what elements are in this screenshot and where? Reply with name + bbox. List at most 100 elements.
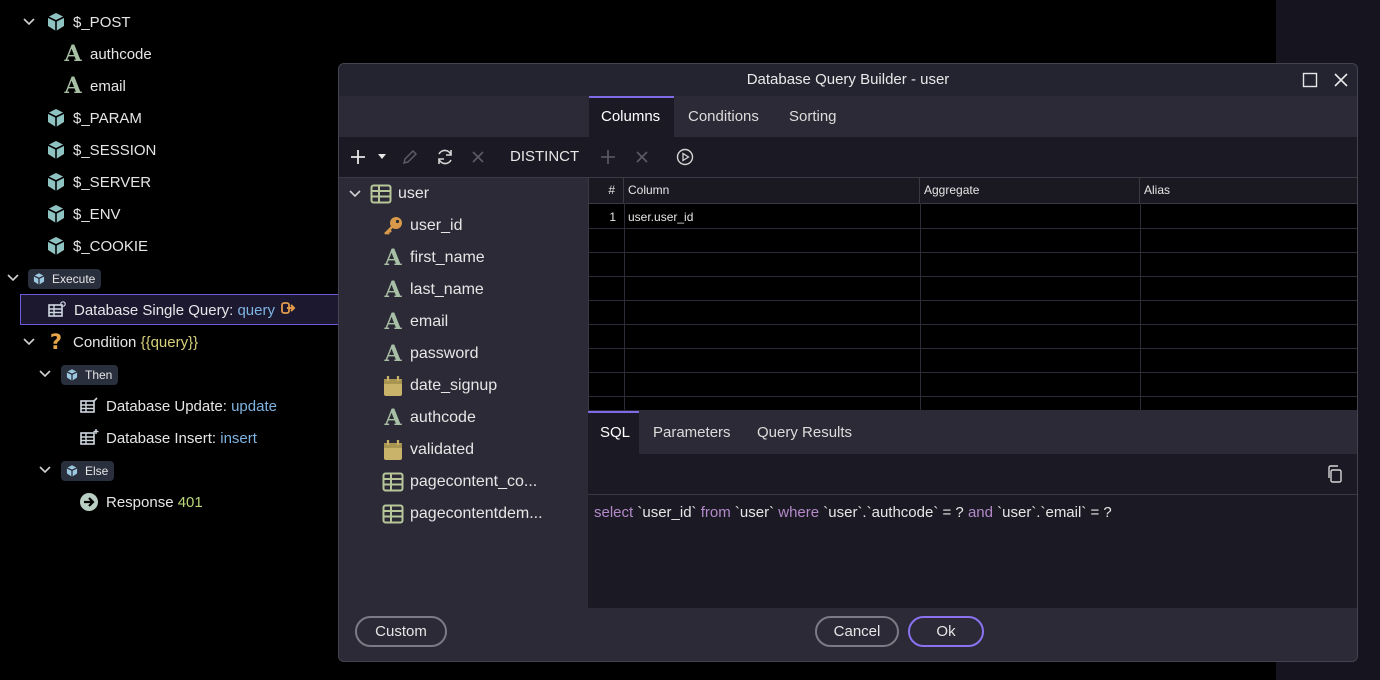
grid-divider bbox=[589, 396, 1357, 397]
tab-query-results[interactable]: Query Results bbox=[745, 411, 864, 454]
cube-icon bbox=[66, 465, 78, 477]
tree-item-server[interactable]: $_SERVER bbox=[45, 167, 151, 197]
field-item[interactable]: pagecontent_co... bbox=[382, 467, 537, 497]
dialog-title: Database Query Builder - user bbox=[746, 71, 950, 88]
cube-icon bbox=[45, 107, 67, 129]
tree-item-single-query[interactable]: Database Single Query: query bbox=[46, 295, 297, 325]
ok-button[interactable]: Ok bbox=[908, 616, 984, 647]
grid-divider bbox=[589, 324, 1357, 325]
field-item[interactable]: date_signup bbox=[382, 371, 497, 401]
sql-toolbar bbox=[588, 454, 1357, 495]
tree-item-email[interactable]: A email bbox=[62, 71, 125, 101]
maximize-icon[interactable] bbox=[1300, 70, 1320, 90]
tree-item-execute[interactable]: Execute bbox=[28, 264, 102, 294]
chevron-down-icon[interactable] bbox=[347, 186, 363, 202]
grid-header-alias[interactable]: Alias bbox=[1140, 178, 1357, 203]
field-item[interactable]: A authcode bbox=[382, 403, 476, 433]
step-label: Database Single Query: bbox=[74, 301, 234, 319]
step-name: query bbox=[237, 301, 275, 319]
grid-divider bbox=[1140, 203, 1141, 410]
chevron-down-icon[interactable] bbox=[37, 366, 53, 382]
tree-item-post[interactable]: $_POST bbox=[45, 7, 131, 37]
calendar-icon bbox=[382, 439, 404, 461]
grid-header-column[interactable]: Column bbox=[624, 178, 920, 203]
edit-icon[interactable] bbox=[400, 147, 420, 167]
table-icon bbox=[382, 471, 404, 493]
tree-item-param[interactable]: $_PARAM bbox=[45, 103, 142, 133]
column-cell[interactable]: user.user_id bbox=[628, 210, 693, 224]
tree-label: $_ENV bbox=[73, 205, 121, 223]
cancel-button[interactable]: Cancel bbox=[815, 616, 899, 647]
field-item[interactable]: A first_name bbox=[382, 243, 484, 273]
query-builder-dialog: Database Query Builder - user Columns Co… bbox=[338, 63, 1358, 662]
db-update-icon bbox=[78, 395, 100, 417]
distinct-toggle[interactable]: DISTINCT bbox=[510, 148, 579, 165]
tree-item-insert[interactable]: Database Insert: insert bbox=[78, 423, 257, 453]
chevron-down-icon[interactable] bbox=[21, 14, 37, 30]
field-item[interactable]: A password bbox=[382, 339, 478, 369]
run-query-icon[interactable] bbox=[675, 147, 695, 167]
tree-item-then[interactable]: Then bbox=[61, 360, 119, 390]
dialog-titlebar[interactable]: Database Query Builder - user bbox=[339, 64, 1357, 96]
grid-header-aggregate[interactable]: Aggregate bbox=[920, 178, 1140, 203]
sql-preview[interactable]: select `user_id` from `user` where `user… bbox=[588, 495, 1357, 608]
copy-icon[interactable] bbox=[1325, 464, 1345, 484]
field-item[interactable]: validated bbox=[382, 435, 474, 465]
cube-icon bbox=[45, 139, 67, 161]
execute-badge: Execute bbox=[28, 269, 102, 289]
field-name: email bbox=[410, 313, 449, 330]
grid-divider bbox=[589, 300, 1357, 301]
add-dropdown-icon[interactable] bbox=[377, 147, 387, 167]
key-icon bbox=[382, 215, 404, 237]
tab-parameters[interactable]: Parameters bbox=[641, 411, 743, 454]
grid-divider bbox=[624, 203, 625, 410]
table-icon bbox=[382, 503, 404, 525]
then-badge: Then bbox=[61, 365, 119, 385]
calendar-icon bbox=[382, 375, 404, 397]
grid-divider bbox=[589, 252, 1357, 253]
text-field-icon: A bbox=[384, 309, 402, 335]
tree-item-env[interactable]: $_ENV bbox=[45, 199, 121, 229]
grid-header: # Column Aggregate Alias bbox=[589, 178, 1357, 204]
field-item[interactable]: user_id bbox=[382, 211, 462, 241]
step-name: insert bbox=[220, 429, 257, 447]
chevron-down-icon[interactable] bbox=[37, 462, 53, 478]
table-node-user[interactable]: user bbox=[370, 179, 429, 209]
field-name: user_id bbox=[410, 217, 463, 234]
field-name: date_signup bbox=[410, 377, 498, 394]
tab-columns[interactable]: Columns bbox=[589, 96, 674, 137]
sql-keyword: select bbox=[594, 504, 634, 521]
custom-button[interactable]: Custom bbox=[355, 616, 447, 647]
add-column-icon[interactable] bbox=[599, 147, 617, 167]
refresh-icon[interactable] bbox=[434, 147, 456, 167]
tree-item-session[interactable]: $_SESSION bbox=[45, 135, 156, 165]
field-name: pagecontentdem... bbox=[410, 505, 543, 522]
sql-condition: `user`.`email` = ? bbox=[997, 504, 1112, 521]
builder-tabs: Columns Conditions Sorting bbox=[339, 96, 1357, 137]
text-field-icon: A bbox=[64, 73, 82, 99]
tree-item-condition[interactable]: ? Condition {{query}} bbox=[45, 327, 198, 357]
delete-icon[interactable] bbox=[469, 147, 487, 167]
row-index: 1 bbox=[609, 210, 616, 224]
tree-item-else[interactable]: Else bbox=[61, 456, 115, 486]
tab-conditions[interactable]: Conditions bbox=[676, 96, 771, 137]
chevron-down-icon[interactable] bbox=[21, 334, 37, 350]
field-item[interactable]: A email bbox=[382, 307, 448, 337]
close-icon[interactable] bbox=[1331, 70, 1351, 90]
tree-item-authcode[interactable]: A authcode bbox=[62, 39, 151, 69]
tree-item-response[interactable]: Response 401 bbox=[78, 487, 203, 517]
field-name: password bbox=[410, 345, 479, 362]
remove-column-icon[interactable] bbox=[633, 147, 651, 167]
tree-item-update[interactable]: Database Update: update bbox=[78, 391, 277, 421]
tree-item-cookie[interactable]: $_COOKIE bbox=[45, 231, 148, 261]
step-label: Condition bbox=[73, 333, 137, 351]
tab-sorting[interactable]: Sorting bbox=[777, 96, 849, 137]
field-name: authcode bbox=[410, 409, 476, 426]
field-item[interactable]: pagecontentdem... bbox=[382, 499, 543, 529]
field-item[interactable]: A last_name bbox=[382, 275, 483, 305]
sql-identifier: `user_id` bbox=[637, 504, 697, 521]
chevron-down-icon[interactable] bbox=[5, 270, 21, 286]
tree-label: $_COOKIE bbox=[73, 237, 149, 255]
tab-sql[interactable]: SQL bbox=[588, 411, 639, 454]
add-icon[interactable] bbox=[349, 147, 367, 167]
